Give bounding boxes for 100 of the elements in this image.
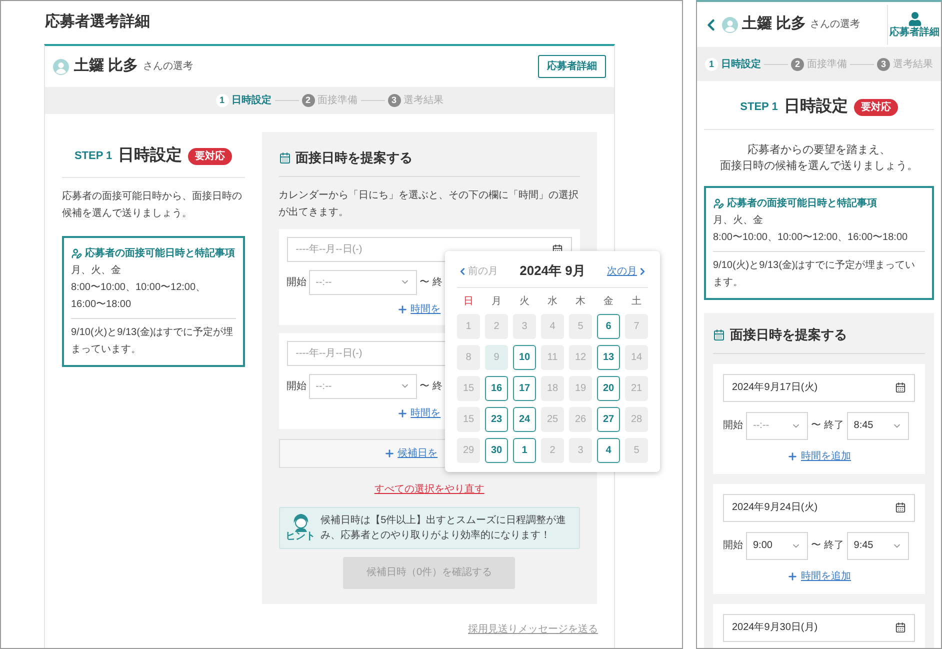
calendar-icon	[895, 502, 906, 513]
calendar-day: 19	[569, 376, 592, 401]
calendar-day: 8	[457, 345, 480, 370]
step-indicator: 3 選考結果	[877, 57, 933, 72]
calendar-day[interactable]: 23	[485, 407, 508, 432]
calendar-day[interactable]: 20	[597, 376, 620, 401]
intro-text: 面接日時の候補を選んで送りましょう。	[720, 158, 918, 174]
calendar-day[interactable]: 1	[513, 438, 536, 463]
calendar-day: 5	[625, 438, 648, 463]
calendar-day: 21	[625, 376, 648, 401]
step-number: STEP 1	[740, 100, 778, 115]
add-time-link[interactable]: 時間を	[396, 406, 441, 421]
status-badge: 要対応	[854, 98, 898, 116]
applicant-detail-button[interactable]: 応募者詳細	[887, 4, 941, 44]
calendar-day: 26	[569, 407, 592, 432]
calendar-day: 15	[457, 407, 480, 432]
calendar-day[interactable]: 4	[597, 438, 620, 463]
decline-message-link[interactable]: 採用見送りメッセージを送る	[468, 622, 598, 636]
calendar-day: 9	[485, 345, 508, 370]
add-time-link[interactable]: 時間を追加	[787, 449, 851, 464]
calendar-day[interactable]: 6	[597, 314, 620, 339]
step-title: 日時設定	[118, 145, 182, 166]
step-indicator: 1 日時設定	[216, 93, 272, 108]
weekday-label: 日	[462, 295, 474, 309]
plus-icon	[396, 408, 408, 419]
applicant-name: 土鑼 比多	[742, 14, 806, 34]
date-field[interactable]: 2024年9月17日(火)	[723, 374, 915, 402]
weekday-label: 水	[546, 294, 558, 309]
end-label: 〜 終	[420, 276, 442, 290]
proposal-description: カレンダーから「日にち」を選ぶと、その下の欄に「時間」の選択が出てきます。	[278, 188, 580, 220]
step-title: 日時設定	[784, 96, 848, 117]
calendar-day: 15	[457, 376, 480, 401]
add-time-link[interactable]: 時間を追加	[787, 569, 851, 584]
calendar-day: 12	[569, 345, 592, 370]
weekday-label: 金	[602, 295, 614, 309]
available-times: 8:00〜10:00、10:00〜12:00、16:00〜18:00	[71, 281, 207, 312]
availability-note: 9/10(火)と9/13(金)はすでに予定が埋まっています。	[713, 258, 916, 290]
calendar-day: 2	[485, 314, 508, 339]
date-field[interactable]: 2024年9月24日(火)	[723, 494, 915, 522]
calendar-icon	[895, 382, 906, 393]
weekday-label: 木	[574, 294, 586, 309]
availability-note: 9/10(火)と9/13(金)はすでに予定が埋まっています。	[71, 326, 234, 357]
weekday-label: 土	[630, 294, 642, 309]
end-time-select[interactable]: 9:45	[846, 532, 909, 560]
start-label: 開始	[286, 380, 307, 394]
applicant-name: 土鑼 比多	[74, 56, 138, 76]
plus-icon	[384, 448, 395, 458]
add-time-link[interactable]: 時間を	[396, 302, 441, 317]
available-times: 8:00〜10:00、10:00〜12:00、16:00〜18:00	[713, 231, 909, 245]
end-label: 〜 終	[420, 380, 442, 394]
plus-icon	[787, 451, 798, 462]
weekday-label: 火	[518, 294, 530, 309]
calendar-day[interactable]: 27	[597, 407, 620, 432]
start-label: 開始	[286, 276, 307, 290]
start-time-select[interactable]: --:--	[308, 270, 417, 294]
start-time-select[interactable]: --:--	[308, 374, 417, 398]
previous-month-link[interactable]: 前の月	[457, 264, 498, 278]
calendar-day: 3	[569, 438, 592, 463]
hint-label: ヒント	[286, 532, 316, 542]
calendar-icon	[895, 622, 906, 633]
calendar-day: 28	[625, 407, 648, 432]
start-label: 開始	[723, 419, 743, 433]
calendar-day[interactable]: 24	[513, 407, 536, 432]
reset-link[interactable]: すべての選択をやり直す	[374, 482, 484, 496]
step-indicator: 3 選考結果	[388, 93, 444, 108]
start-time-select[interactable]: 9:00	[746, 532, 808, 560]
intro-text: 応募者の面接可能日時から、面接日時の候補を選んで送りましょう。	[62, 190, 243, 221]
calendar-day: 2	[541, 438, 564, 463]
availability-title: 応募者の面接可能日時と特記事項	[85, 246, 235, 261]
calendar-month-title: 2024年 9月	[520, 262, 586, 280]
plus-icon	[396, 304, 408, 315]
calendar-day: 3	[513, 314, 536, 339]
avatar-icon	[722, 16, 738, 32]
step-indicator: 2 面接準備	[302, 93, 358, 108]
start-time-select[interactable]: --:--	[746, 412, 808, 440]
start-label: 開始	[723, 539, 743, 553]
status-badge: 要対応	[188, 148, 232, 164]
proposal-title: 面接日時を提案する	[296, 149, 413, 167]
user-pen-icon	[71, 248, 82, 259]
next-month-link[interactable]: 次の月	[606, 264, 648, 278]
step-number: STEP 1	[74, 148, 112, 164]
selection-suffix: さんの選考	[810, 18, 860, 32]
avatar-icon	[53, 58, 69, 74]
calendar-day[interactable]: 17	[513, 376, 536, 401]
calendar-day[interactable]: 16	[485, 376, 508, 401]
calendar-icon	[713, 328, 725, 341]
applicant-detail-button[interactable]: 応募者詳細	[538, 55, 606, 78]
page-title: 応募者選考詳細	[45, 12, 150, 32]
date-field[interactable]: 2024年9月30日(月)	[723, 614, 915, 642]
available-days: 月、火、金	[71, 262, 236, 279]
plus-icon	[787, 571, 798, 582]
calendar-day[interactable]: 13	[597, 345, 620, 370]
calendar-day: 25	[541, 407, 564, 432]
user-icon	[908, 12, 922, 26]
calendar-day[interactable]: 30	[485, 438, 508, 463]
calendar-day: 18	[541, 376, 564, 401]
intro-text: 応募者からの要望を踏まえ、	[748, 142, 890, 158]
user-pen-icon	[713, 198, 724, 209]
end-time-select[interactable]: 8:45	[846, 412, 909, 440]
calendar-day[interactable]: 10	[513, 345, 536, 370]
